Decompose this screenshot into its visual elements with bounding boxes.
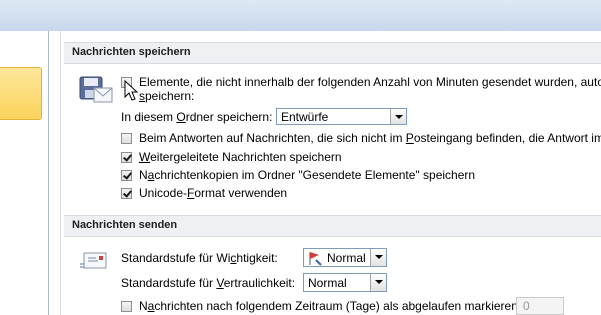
floppy-envelope-icon <box>79 76 113 103</box>
options-sidebar <box>0 31 49 315</box>
reply-save-post: osteingang befinden, die Antwort im <box>413 131 601 145</box>
forwarded-label: Weitergeleitete Nachrichten speichern <box>139 150 342 164</box>
sensitivity-select[interactable]: Normal <box>303 273 387 292</box>
section-title: Nachrichten senden <box>72 219 178 231</box>
sensitivity-value: Normal <box>308 276 347 290</box>
copies-rest: chrichtenkopien im Ordner "Gesendete Ele… <box>154 168 476 182</box>
autosave-label-line1: Elemente, die nicht innerhalb der folgen… <box>139 75 601 89</box>
expire-post: chrichten nach folgendem Zeitraum (Tage)… <box>154 299 522 313</box>
reply-save-label: Beim Antworten auf Nachrichten, die sich… <box>139 131 601 145</box>
expire-days-value: 0 <box>523 299 530 313</box>
chevron-down-icon[interactable] <box>370 249 386 266</box>
copies-label: Nachrichtenkopien im Ordner "Gesendete E… <box>139 168 475 182</box>
sensitivity-accesskey: V <box>216 276 224 290</box>
envelope-icon <box>80 252 107 269</box>
copies-pre: N <box>139 168 148 182</box>
unicode-checkbox[interactable] <box>121 188 132 199</box>
folder-select[interactable]: Entwürfe <box>276 108 407 125</box>
section-header-save: Nachrichten speichern <box>64 42 601 64</box>
importance-value: Normal <box>327 251 366 265</box>
unicode-pre: Unicode- <box>139 186 188 200</box>
autosave-label-line2: speichern: <box>139 89 194 103</box>
importance-pre: Standardstufe für Wi <box>121 251 231 265</box>
mouse-pointer-icon <box>124 80 138 101</box>
importance-flag-icon <box>309 252 322 266</box>
reply-save-pre: Beim Antworten auf Nachrichten, die sich… <box>139 131 406 145</box>
unicode-rest: ormat verwenden <box>194 186 288 200</box>
section-title: Nachrichten speichern <box>72 46 191 58</box>
sensitivity-label: Standardstufe für Vertraulichkeit: <box>121 276 295 290</box>
chevron-down-icon[interactable] <box>370 274 386 291</box>
importance-select[interactable]: Normal <box>303 248 387 267</box>
folder-accesskey: O <box>176 110 186 124</box>
copies-checkbox[interactable] <box>121 170 132 181</box>
section-header-send: Nachrichten senden <box>64 215 601 237</box>
folder-label: In diesem Ordner speichern: <box>121 110 272 124</box>
sensitivity-pre: Standardstufe für <box>121 276 217 290</box>
forwarded-rest: eitergeleitete Nachrichten speichern <box>150 150 342 164</box>
reply-save-accesskey: P <box>405 131 414 145</box>
folder-label-post: rdner speichern: <box>185 110 273 124</box>
autosave-label-rest: peichern: <box>145 89 195 103</box>
importance-label: Standardstufe für Wichtigkeit: <box>121 251 278 265</box>
folder-select-value: Entwürfe <box>281 110 329 124</box>
importance-post: htigkeit: <box>236 251 278 265</box>
expire-checkbox[interactable] <box>121 301 132 312</box>
forwarded-accesskey: W <box>139 150 151 164</box>
expire-label: Nachrichten nach folgendem Zeitraum (Tag… <box>139 299 521 313</box>
folder-label-pre: In diesem <box>121 110 177 124</box>
unicode-label: Unicode-Format verwenden <box>139 186 287 200</box>
window-title-bar <box>0 0 601 31</box>
forwarded-checkbox[interactable] <box>121 152 132 163</box>
sensitivity-post: ertraulichkeit: <box>223 276 296 290</box>
sidebar-item-selected[interactable] <box>0 67 42 120</box>
expire-days-spinner[interactable]: 0 <box>516 297 564 315</box>
chevron-down-icon[interactable] <box>390 109 406 124</box>
expire-pre: N <box>139 299 148 313</box>
reply-save-checkbox[interactable] <box>121 133 132 144</box>
